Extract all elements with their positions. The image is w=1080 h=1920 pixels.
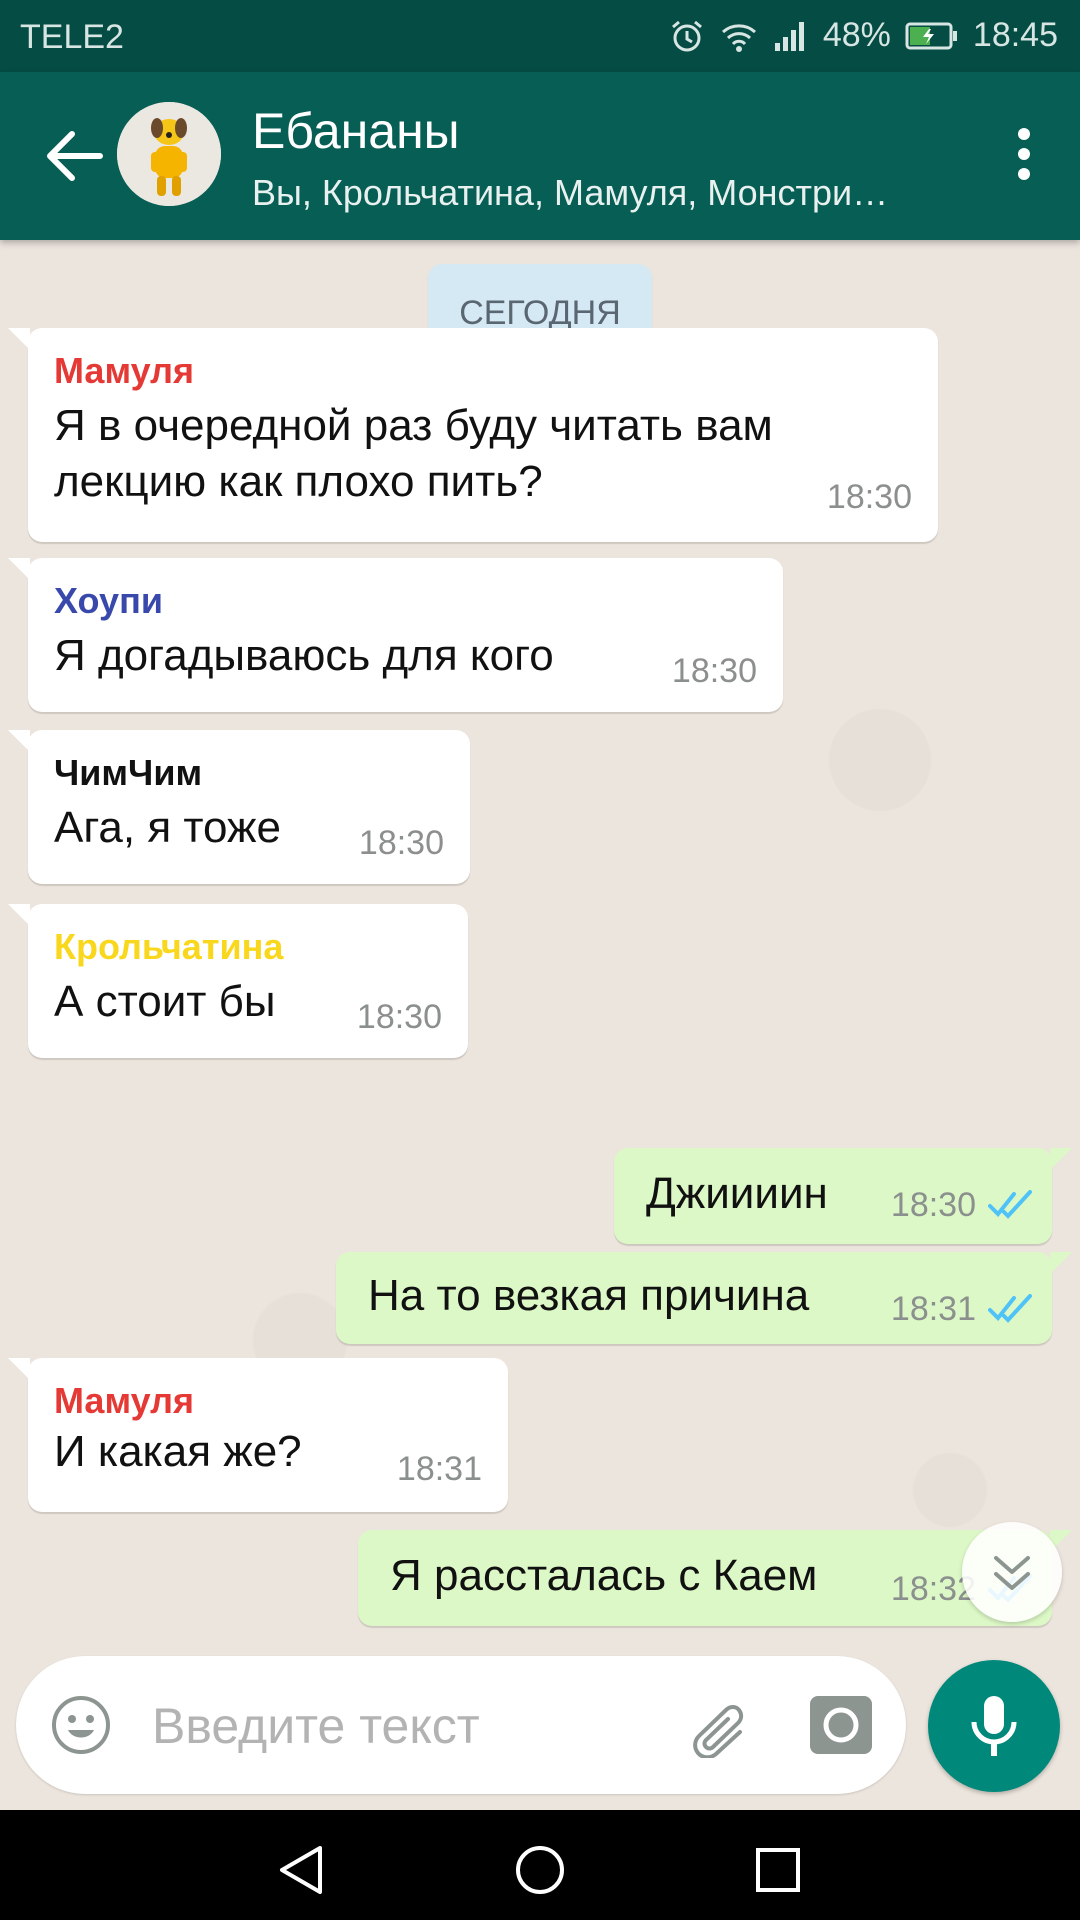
message-bubble-incoming[interactable]: Крольчатина А стоит бы 18:30 [8, 904, 468, 1058]
chat-title[interactable]: Ебананы [252, 102, 460, 160]
message-time: 18:31 [890, 1290, 976, 1328]
nav-back-icon[interactable] [272, 1840, 332, 1900]
message-bubble-incoming[interactable]: ЧимЧим Ага, я тоже 18:30 [8, 730, 470, 884]
message-text-line: Я в очередной раз буду читать вам [54, 401, 773, 450]
read-receipt-icon [988, 1190, 1032, 1219]
read-receipt-icon [988, 1294, 1032, 1323]
wifi-icon [719, 18, 759, 54]
chat-participants[interactable]: Вы, Крольчатина, Мамуля, Монстри… [252, 172, 888, 214]
mic-button[interactable] [928, 1660, 1060, 1792]
message-bubble-outgoing[interactable]: Джиииин 18:30 [614, 1148, 1072, 1244]
message-text: А стоит бы [54, 977, 276, 1026]
chat-header: Ебананы Вы, Крольчатина, Мамуля, Монстри… [0, 72, 1080, 240]
message-sender: Хоупи [54, 580, 163, 621]
message-bubble-outgoing[interactable]: Я рассталась с Каем 18:32 [358, 1530, 1072, 1626]
message-sender: Мамуля [54, 1380, 195, 1421]
paperclip-icon[interactable] [686, 1692, 756, 1760]
scroll-to-bottom-button[interactable] [962, 1522, 1062, 1622]
emoji-icon[interactable] [50, 1694, 112, 1756]
carrier-label: TELE2 [20, 18, 124, 56]
alarm-icon [669, 18, 705, 54]
message-bubble-incoming[interactable]: Мамуля Я в очередной раз буду читать вам… [8, 328, 938, 542]
message-time: 18:30 [671, 652, 757, 690]
message-text: И какая же? [54, 1427, 302, 1476]
message-time: 18:30 [358, 824, 444, 862]
compose-field [16, 1656, 906, 1794]
nav-recents-icon[interactable] [748, 1840, 808, 1900]
message-time: 18:30 [356, 998, 442, 1036]
message-text: Я рассталась с Каем [390, 1551, 818, 1600]
battery-icon [905, 21, 959, 51]
message-input[interactable] [150, 1692, 674, 1760]
signal-icon [773, 19, 809, 53]
status-bar: TELE2 48% 18:45 [0, 0, 1080, 72]
message-list[interactable]: СЕГОДНЯ Мамуля Я в очередной раз буду чи… [0, 240, 1080, 1640]
message-text: Джиииин [646, 1169, 828, 1218]
message-time: 18:30 [826, 478, 912, 516]
message-text: Ага, я тоже [54, 803, 281, 852]
message-bubble-incoming[interactable]: Хоупи Я догадываюсь для кого 18:30 [8, 558, 783, 712]
battery-percent: 48% [822, 16, 891, 54]
chevron-double-down-icon [994, 1556, 1030, 1590]
more-vert-icon[interactable] [1004, 128, 1044, 184]
message-text: Я в очередной раз буду читать вам лекцию… [54, 398, 773, 510]
message-text-line: лекцию как плохо пить? [54, 457, 543, 506]
message-time: 18:30 [890, 1186, 976, 1224]
compose-bar [0, 1640, 1080, 1810]
message-bubble-outgoing[interactable]: На то везкая причина 18:31 [336, 1252, 1072, 1344]
message-time: 18:31 [396, 1450, 482, 1488]
message-sender: Мамуля [54, 350, 195, 391]
message-text: На то везкая причина [368, 1271, 810, 1320]
system-navigation-bar [0, 1810, 1080, 1920]
mic-icon [971, 1696, 1017, 1756]
camera-icon[interactable] [808, 1694, 874, 1756]
group-avatar[interactable] [117, 102, 221, 206]
message-sender: Крольчатина [54, 926, 284, 967]
clock-time: 18:45 [972, 16, 1058, 54]
message-sender: ЧимЧим [54, 752, 203, 793]
message-text: Я догадываюсь для кого [54, 631, 554, 680]
message-bubble-incoming[interactable]: Мамуля И какая же? 18:31 [8, 1358, 508, 1512]
nav-home-icon[interactable] [510, 1840, 570, 1900]
back-arrow-icon[interactable] [40, 124, 108, 188]
